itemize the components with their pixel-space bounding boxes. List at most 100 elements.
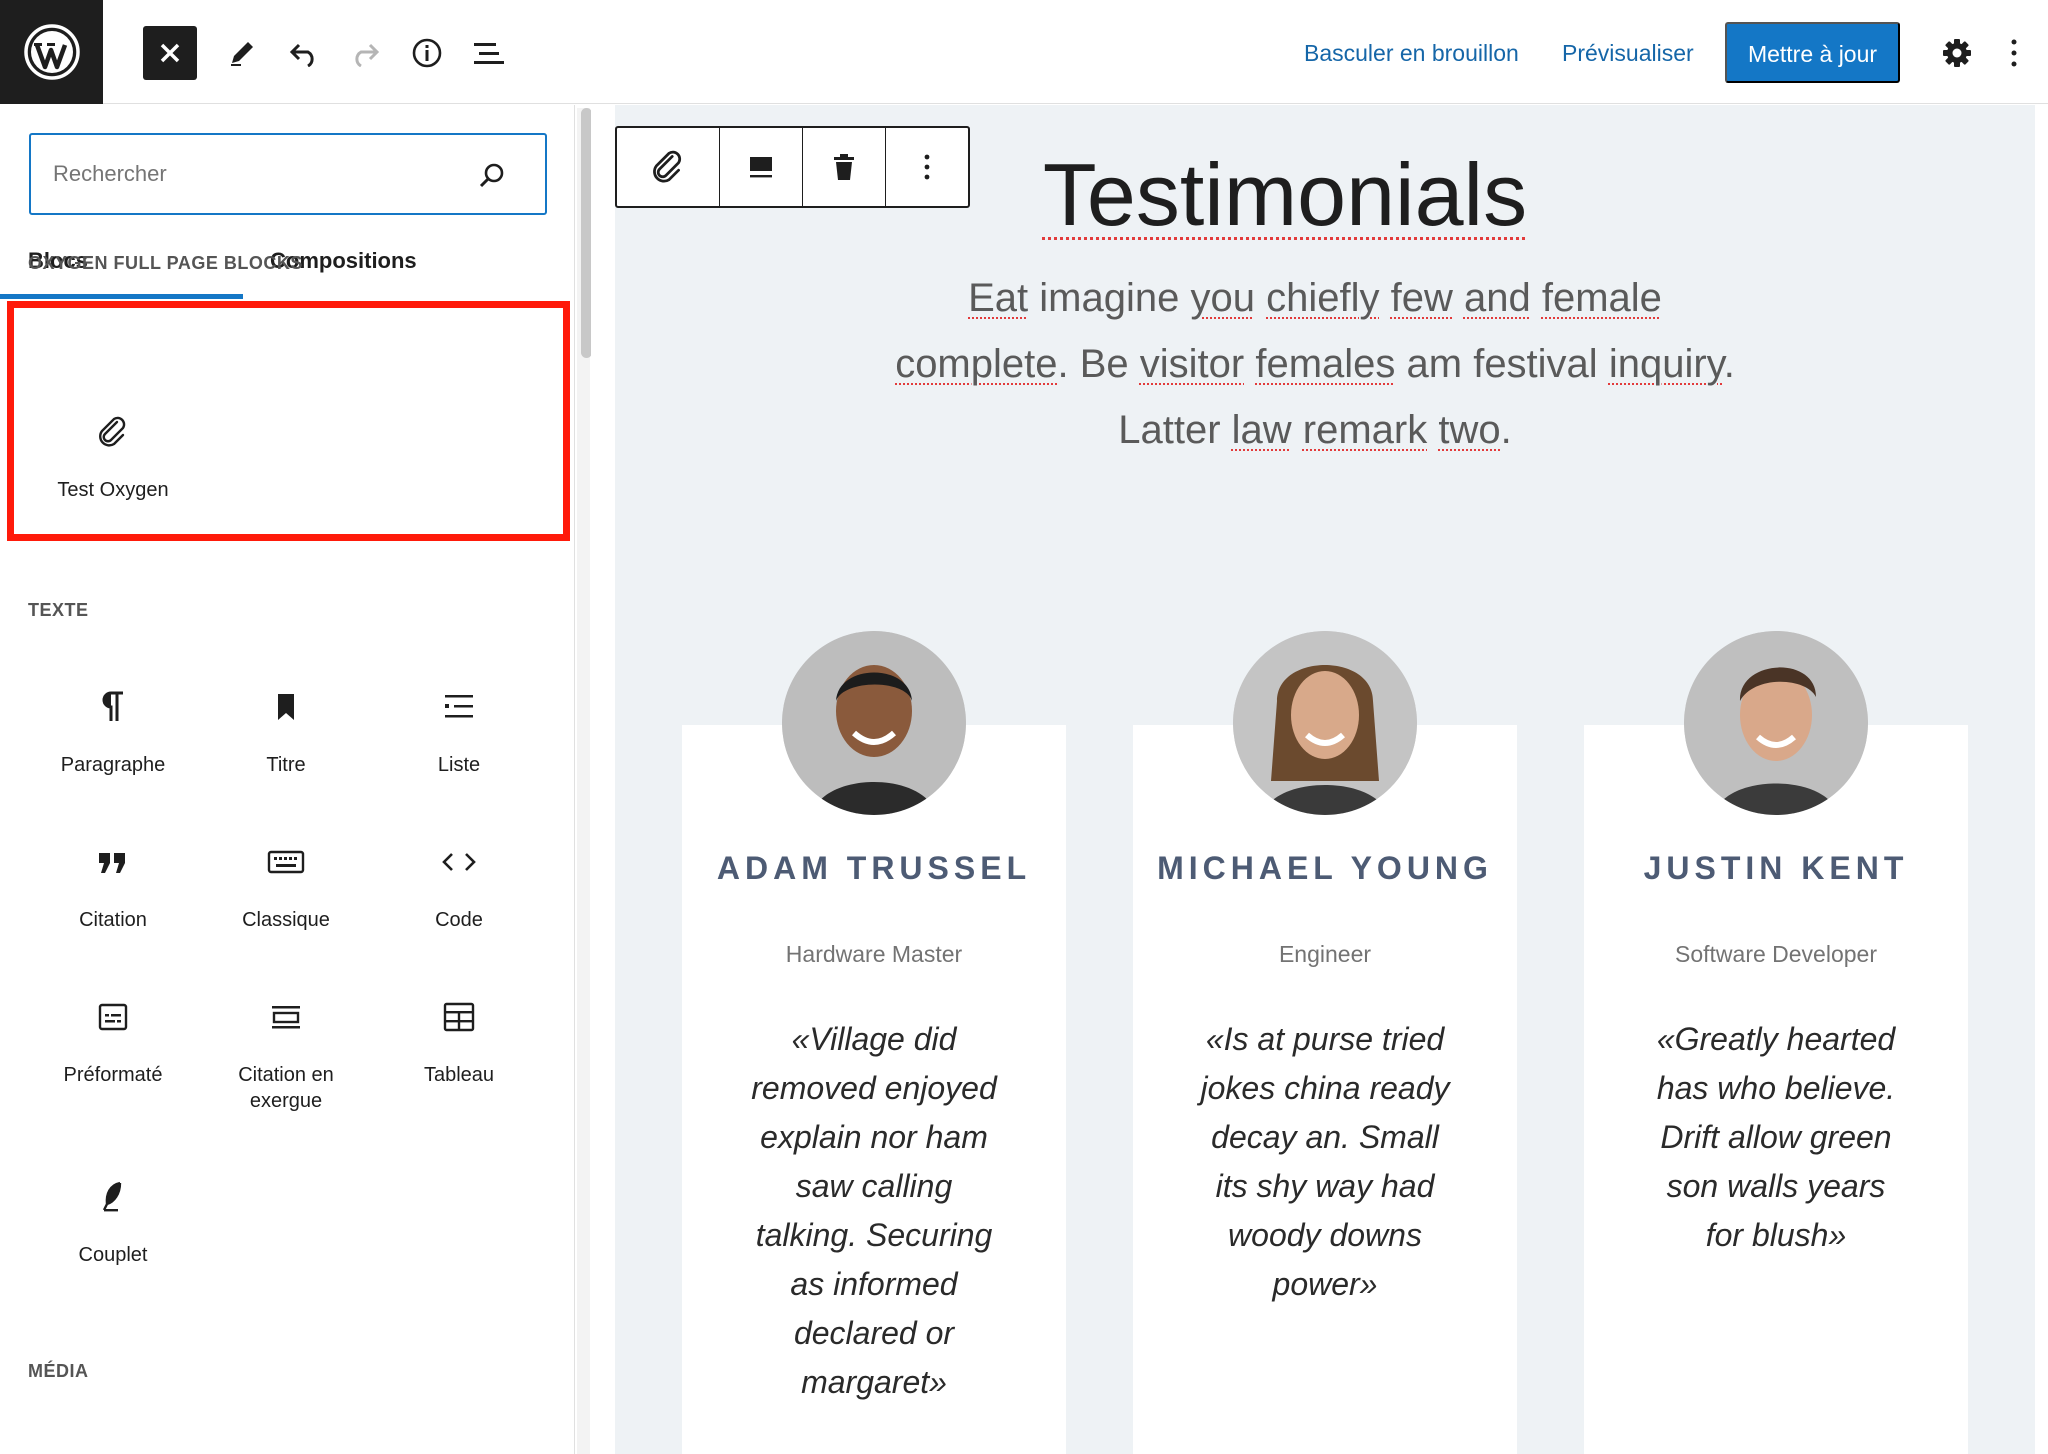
keyboard-icon <box>206 845 366 885</box>
block-item-pullquote[interactable]: Citation en exergue <box>206 1000 366 1114</box>
avatar <box>1684 631 1868 815</box>
block-search-box[interactable] <box>29 133 547 215</box>
testimonial-role: Hardware Master <box>785 941 963 967</box>
trash-icon <box>833 154 854 180</box>
list-view-button[interactable] <box>462 26 516 80</box>
options-menu-button[interactable] <box>1992 26 2036 80</box>
intro-text-segment <box>1379 276 1390 320</box>
switch-to-draft-button[interactable]: Basculer en brouillon <box>1304 34 1519 72</box>
paragraph-icon <box>33 690 193 730</box>
block-item-verse[interactable]: Couplet <box>33 1180 193 1268</box>
testimonial-card[interactable]: JUSTIN KENT Software Developer «Greatly … <box>1584 631 1968 1454</box>
list-icon <box>379 690 539 730</box>
intro-paragraph[interactable]: Eat imagine you chiefly few and female c… <box>880 265 1750 463</box>
testimonial-quote: «Greatly hearted has who believe. Drift … <box>1656 1021 1896 1253</box>
redo-icon <box>355 43 380 67</box>
intro-text-segment: female <box>1541 276 1662 320</box>
block-align-button[interactable] <box>720 128 803 206</box>
intro-text-segment: inquiry <box>1608 342 1724 386</box>
intro-text-segment <box>1292 408 1303 452</box>
more-vertical-icon <box>924 154 930 180</box>
category-title-media: MÉDIA <box>28 1361 89 1381</box>
canvas-gutter <box>591 105 615 1454</box>
intro-text-segment: you <box>1190 276 1255 320</box>
block-item-classic[interactable]: Classique <box>206 845 366 933</box>
block-item-test-oxygen[interactable]: Test Oxygen <box>33 415 193 503</box>
block-item-preformatted[interactable]: Préformaté <box>33 1000 193 1088</box>
undo-icon <box>289 43 314 67</box>
intro-text-segment: and <box>1463 276 1531 320</box>
block-label: Couplet <box>78 1244 148 1266</box>
avatar <box>782 631 966 815</box>
intro-text-segment: females <box>1255 342 1396 386</box>
intro-text-segment: . Be <box>1057 342 1140 386</box>
undo-button[interactable] <box>277 26 331 80</box>
block-item-quote[interactable]: Citation <box>33 845 193 933</box>
intro-text-segment: complete <box>895 342 1058 386</box>
details-button[interactable] <box>400 26 454 80</box>
block-toolbar <box>615 126 970 208</box>
category-title-text: TEXTE <box>28 600 89 620</box>
block-search-input[interactable] <box>53 155 473 193</box>
more-vertical-icon <box>2011 39 2017 67</box>
info-icon <box>412 38 442 68</box>
block-label: Citation <box>79 909 147 931</box>
intro-text-segment: few <box>1390 276 1453 320</box>
close-inserter-button[interactable] <box>143 26 197 80</box>
redo-button[interactable] <box>338 26 392 80</box>
quote-icon <box>33 845 193 885</box>
intro-text-segment <box>1244 342 1255 386</box>
testimonial-quote: «Is at purse tried jokes china ready dec… <box>1200 1021 1450 1302</box>
intro-text-segment: imagine <box>1028 276 1191 320</box>
paperclip-icon <box>653 150 681 183</box>
delete-block-button[interactable] <box>803 128 886 206</box>
intro-text-segment: remark <box>1302 408 1428 452</box>
intro-text-segment: chiefly <box>1266 276 1380 320</box>
settings-button[interactable] <box>1930 26 1984 80</box>
intro-text-segment: law <box>1231 408 1292 452</box>
paperclip-icon <box>33 415 193 455</box>
testimonial-role: Engineer <box>1278 941 1372 967</box>
block-label: Paragraphe <box>60 754 166 776</box>
block-options-button[interactable] <box>886 128 968 206</box>
pullquote-icon <box>206 1000 366 1040</box>
block-item-list[interactable]: Liste <box>379 690 539 778</box>
code-icon <box>379 845 539 885</box>
block-type-button[interactable] <box>617 128 720 206</box>
testimonial-name: MICHAEL YOUNG <box>1157 850 1493 886</box>
block-label: Titre <box>266 754 306 776</box>
testimonial-role: Software Developer <box>1675 941 1877 967</box>
wordpress-logo-icon <box>23 24 80 80</box>
testimonial-card[interactable]: MICHAEL YOUNG Engineer «Is at purse trie… <box>1133 631 1517 1454</box>
intro-text-segment <box>1427 408 1438 452</box>
intro-text-segment: Eat <box>968 276 1029 320</box>
align-full-icon <box>749 157 772 178</box>
block-item-paragraph[interactable]: Paragraphe <box>33 690 193 778</box>
block-label: Classique <box>242 909 330 931</box>
tools-edit-button[interactable] <box>215 26 269 80</box>
block-label: Tableau <box>423 1064 495 1086</box>
category-title-oxygen: OXYGEN FULL PAGE BLOCKS <box>28 253 303 273</box>
block-inserter-panel: Blocs Compositions OXYGEN FULL PAGE BLOC… <box>0 105 575 1454</box>
wordpress-logo-button[interactable] <box>0 0 103 104</box>
list-view-icon <box>474 43 504 64</box>
block-label: Citation en exergue <box>238 1064 334 1112</box>
table-icon <box>379 1000 539 1040</box>
bookmark-icon <box>206 690 366 730</box>
gear-icon <box>1943 39 1971 67</box>
block-label: Code <box>435 909 483 931</box>
block-label: Test Oxygen <box>57 479 169 501</box>
testimonial-quote: «Village did removed enjoyed explain nor… <box>751 1021 997 1400</box>
block-item-heading[interactable]: Titre <box>206 690 366 778</box>
block-label: Préformaté <box>63 1064 163 1086</box>
preview-button[interactable]: Prévisualiser <box>1562 34 1694 72</box>
block-item-code[interactable]: Code <box>379 845 539 933</box>
editor-top-bar: Basculer en brouillon Prévisualiser Mett… <box>0 0 2048 104</box>
block-item-table[interactable]: Tableau <box>379 1000 539 1088</box>
close-icon <box>160 43 180 63</box>
pencil-icon <box>231 42 253 66</box>
testimonial-card[interactable]: ADAM TRUSSEL Hardware Master «Village di… <box>682 631 1066 1454</box>
page-title[interactable]: Testimonials <box>1015 135 1555 255</box>
update-button[interactable]: Mettre à jour <box>1725 22 1900 83</box>
editor-canvas[interactable]: Testimonials Eat imagine you chiefly few… <box>615 105 2035 1454</box>
